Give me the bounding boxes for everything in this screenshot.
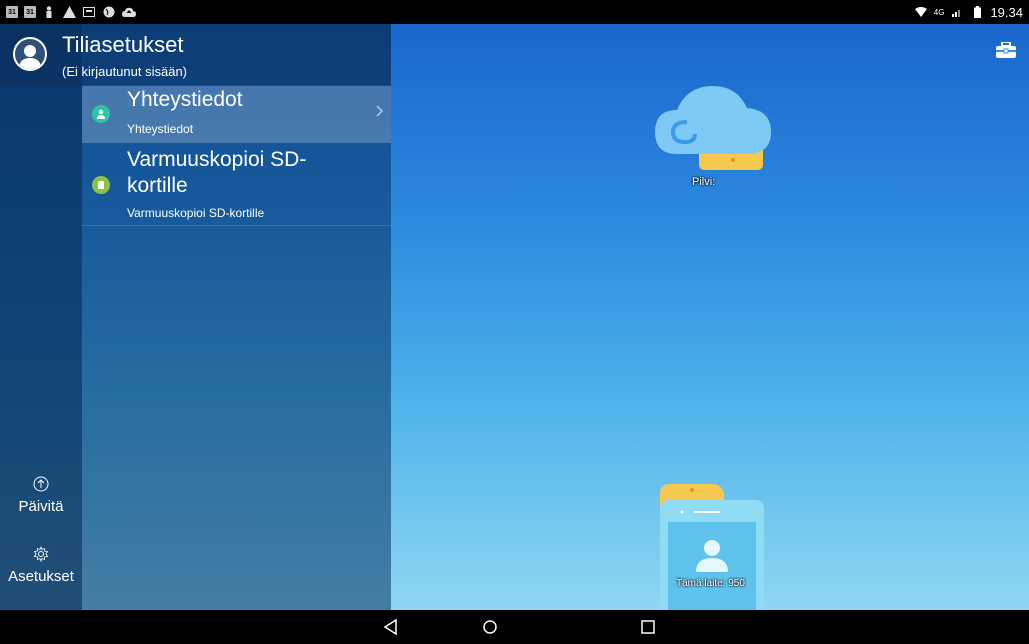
calendar-icon: 31 (24, 6, 36, 18)
chevron-right-icon (376, 104, 384, 122)
account-subtitle: (Ei kirjautunut sisään) (62, 64, 187, 79)
menu-item-title-line2: kortille (127, 174, 188, 197)
home-icon[interactable] (480, 617, 500, 637)
system-nav-bar (0, 610, 1029, 644)
wifi-icon (914, 5, 928, 19)
refresh-button[interactable]: Päivitä (0, 476, 82, 516)
menu-item-backup-sd[interactable]: Varmuuskopioi SD- kortille Varmuuskopioi… (82, 144, 391, 226)
signal-icon (950, 5, 964, 19)
menu-item-title-line1: Varmuuskopioi SD- (127, 148, 307, 171)
cloud-storage-icon[interactable] (655, 84, 771, 172)
contacts-icon (92, 105, 110, 123)
recents-icon[interactable] (638, 617, 658, 637)
upload-circle-icon (33, 476, 49, 492)
screen-icon (82, 5, 96, 19)
device-label: Tämä laite: 950 (676, 578, 745, 589)
refresh-label: Päivitä (18, 498, 64, 515)
cloud-label: Pilvi: (692, 176, 716, 188)
battery-icon (970, 5, 984, 19)
calendar-icon: 31 (6, 6, 18, 18)
sd-card-icon (92, 176, 110, 194)
side-rail (0, 24, 82, 610)
avatar-icon (13, 37, 47, 71)
back-icon[interactable] (381, 617, 401, 637)
account-header[interactable]: Tiliasetukset (Ei kirjautunut sisään) (0, 24, 391, 85)
settings-button[interactable]: Asetukset (0, 545, 82, 586)
toolbox-icon[interactable] (996, 41, 1016, 58)
settings-label: Asetukset (8, 568, 74, 585)
menu-item-title: Yhteystiedot (127, 88, 243, 111)
system-icons: 4G 19.34 (914, 5, 1023, 20)
device-storage-icon[interactable] (658, 480, 768, 612)
person-icon (42, 5, 56, 19)
network-type: 4G (933, 7, 945, 17)
gear-icon (33, 545, 49, 563)
notification-icons: 31 31 (6, 5, 136, 19)
cloud-upload-icon (122, 5, 136, 19)
clock: 19.34 (990, 4, 1023, 20)
menu-item-subtitle: Yhteystiedot (127, 122, 194, 136)
status-bar: 31 31 4G 19.34 (0, 0, 1029, 24)
menu-item-subtitle: Varmuuskopioi SD-kortille (127, 206, 265, 220)
globe-icon (102, 5, 116, 19)
warning-icon (62, 5, 76, 19)
account-title: Tiliasetukset (62, 32, 184, 57)
menu-item-contacts[interactable]: Yhteystiedot Yhteystiedot (82, 86, 391, 143)
